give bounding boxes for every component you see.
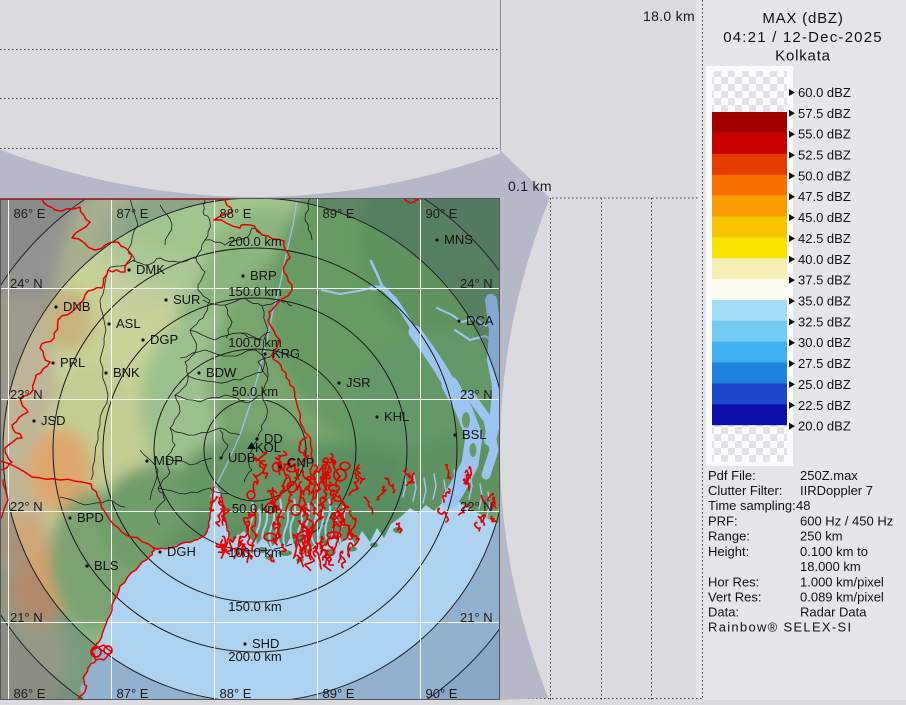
svg-text:PRL: PRL [60, 355, 85, 370]
svg-text:48: 48 [796, 498, 810, 513]
svg-text:1.000 km/pixel: 1.000 km/pixel [800, 575, 884, 590]
svg-text:0.100 km to: 0.100 km to [800, 544, 868, 559]
svg-text:200.0 km: 200.0 km [228, 649, 281, 664]
svg-text:KHL: KHL [384, 409, 409, 424]
svg-text:Rainbow® SELEX-SI: Rainbow® SELEX-SI [708, 620, 852, 635]
svg-text:Range:: Range: [708, 529, 750, 544]
svg-text:BLS: BLS [94, 558, 119, 573]
svg-text:150.0 km: 150.0 km [228, 599, 281, 614]
svg-text:47.5 dBZ: 47.5 dBZ [798, 189, 851, 204]
svg-text:Radar Data: Radar Data [800, 605, 867, 620]
svg-text:Pdf File:: Pdf File: [708, 468, 756, 483]
svg-text:DGP: DGP [150, 332, 178, 347]
svg-text:57.5 dBZ: 57.5 dBZ [798, 106, 851, 121]
svg-text:52.5 dBZ: 52.5 dBZ [798, 148, 851, 163]
svg-text:24° N: 24° N [460, 276, 493, 291]
svg-text:DMK: DMK [136, 262, 165, 277]
svg-text:87° E: 87° E [117, 686, 149, 700]
svg-text:40.0 dBZ: 40.0 dBZ [798, 252, 851, 267]
svg-text:BPD: BPD [77, 510, 104, 525]
svg-text:Vert Res:: Vert Res: [708, 590, 761, 605]
svg-text:JSR: JSR [346, 375, 371, 390]
svg-text:PRF:: PRF: [708, 514, 738, 529]
svg-text:UDB: UDB [228, 450, 255, 465]
svg-text:24° N: 24° N [10, 276, 43, 291]
svg-text:BDW: BDW [206, 365, 237, 380]
svg-text:90° E: 90° E [426, 686, 458, 700]
svg-text:22° N: 22° N [10, 499, 43, 514]
svg-text:200.0 km: 200.0 km [228, 234, 281, 249]
svg-text:0.1 km: 0.1 km [508, 178, 552, 194]
svg-text:25.0 dBZ: 25.0 dBZ [798, 377, 851, 392]
svg-text:DGH: DGH [167, 544, 196, 559]
svg-text:23° N: 23° N [10, 387, 43, 402]
svg-text:0.089 km/pixel: 0.089 km/pixel [800, 590, 884, 605]
svg-text:DCA: DCA [466, 313, 494, 328]
svg-text:22° N: 22° N [460, 499, 493, 514]
svg-text:18.000 km: 18.000 km [800, 559, 861, 574]
svg-text:Clutter Filter:: Clutter Filter: [708, 483, 782, 498]
svg-text:32.5 dBZ: 32.5 dBZ [798, 314, 851, 329]
svg-text:100.0 km: 100.0 km [228, 545, 281, 560]
svg-text:250Z.max: 250Z.max [800, 468, 858, 483]
svg-text:50.0 dBZ: 50.0 dBZ [798, 168, 851, 183]
svg-text:45.0 dBZ: 45.0 dBZ [798, 210, 851, 225]
svg-text:37.5 dBZ: 37.5 dBZ [798, 273, 851, 288]
svg-text:MNS: MNS [444, 232, 473, 247]
svg-text:Data:: Data: [708, 605, 739, 620]
svg-text:150.0 km: 150.0 km [228, 284, 281, 299]
svg-text:90° E: 90° E [426, 206, 458, 221]
svg-text:Hor Res:: Hor Res: [708, 575, 759, 590]
svg-text:KOL: KOL [255, 440, 281, 455]
svg-text:BRP: BRP [250, 268, 277, 283]
svg-text:Time sampling:: Time sampling: [708, 498, 796, 513]
svg-text:SHD: SHD [252, 636, 279, 651]
svg-text:18.0 km: 18.0 km [643, 8, 695, 24]
svg-text:50.0 km: 50.0 km [232, 501, 278, 516]
svg-text:04:21 / 12-Dec-2025: 04:21 / 12-Dec-2025 [723, 29, 883, 46]
svg-text:27.5 dBZ: 27.5 dBZ [798, 356, 851, 371]
svg-text:21° N: 21° N [10, 610, 43, 625]
svg-text:250 km: 250 km [800, 529, 843, 544]
svg-text:BNK: BNK [113, 365, 140, 380]
svg-text:600 Hz / 450 Hz: 600 Hz / 450 Hz [800, 514, 893, 529]
svg-text:JSD: JSD [41, 413, 66, 428]
svg-text:MAX (dBZ): MAX (dBZ) [762, 10, 843, 27]
svg-text:35.0 dBZ: 35.0 dBZ [798, 294, 851, 309]
svg-text:KRG: KRG [272, 346, 300, 361]
svg-text:55.0 dBZ: 55.0 dBZ [798, 127, 851, 142]
svg-text:MDP: MDP [154, 453, 183, 468]
svg-text:CNP: CNP [287, 455, 314, 470]
svg-text:23° N: 23° N [460, 387, 493, 402]
svg-text:20.0 dBZ: 20.0 dBZ [798, 419, 851, 434]
svg-text:SUR: SUR [173, 292, 200, 307]
svg-text:89° E: 89° E [323, 686, 355, 700]
svg-text:86° E: 86° E [14, 206, 46, 221]
svg-text:22.5 dBZ: 22.5 dBZ [798, 398, 851, 413]
svg-text:86° E: 86° E [14, 686, 46, 700]
svg-text:30.0 dBZ: 30.0 dBZ [798, 335, 851, 350]
svg-text:88° E: 88° E [220, 206, 252, 221]
svg-text:ASL: ASL [116, 316, 141, 331]
svg-text:89° E: 89° E [323, 206, 355, 221]
svg-text:50.0 km: 50.0 km [232, 384, 278, 399]
svg-text:Kolkata: Kolkata [775, 48, 831, 65]
svg-text:42.5 dBZ: 42.5 dBZ [798, 231, 851, 246]
svg-text:60.0 dBZ: 60.0 dBZ [798, 85, 851, 100]
svg-text:Height:: Height: [708, 544, 749, 559]
svg-text:BSL: BSL [462, 427, 487, 442]
svg-text:88° E: 88° E [220, 686, 252, 700]
svg-text:87° E: 87° E [117, 206, 149, 221]
svg-text:DNB: DNB [63, 299, 90, 314]
svg-text:21° N: 21° N [460, 610, 493, 625]
svg-text:IIRDoppler 7: IIRDoppler 7 [800, 483, 873, 498]
